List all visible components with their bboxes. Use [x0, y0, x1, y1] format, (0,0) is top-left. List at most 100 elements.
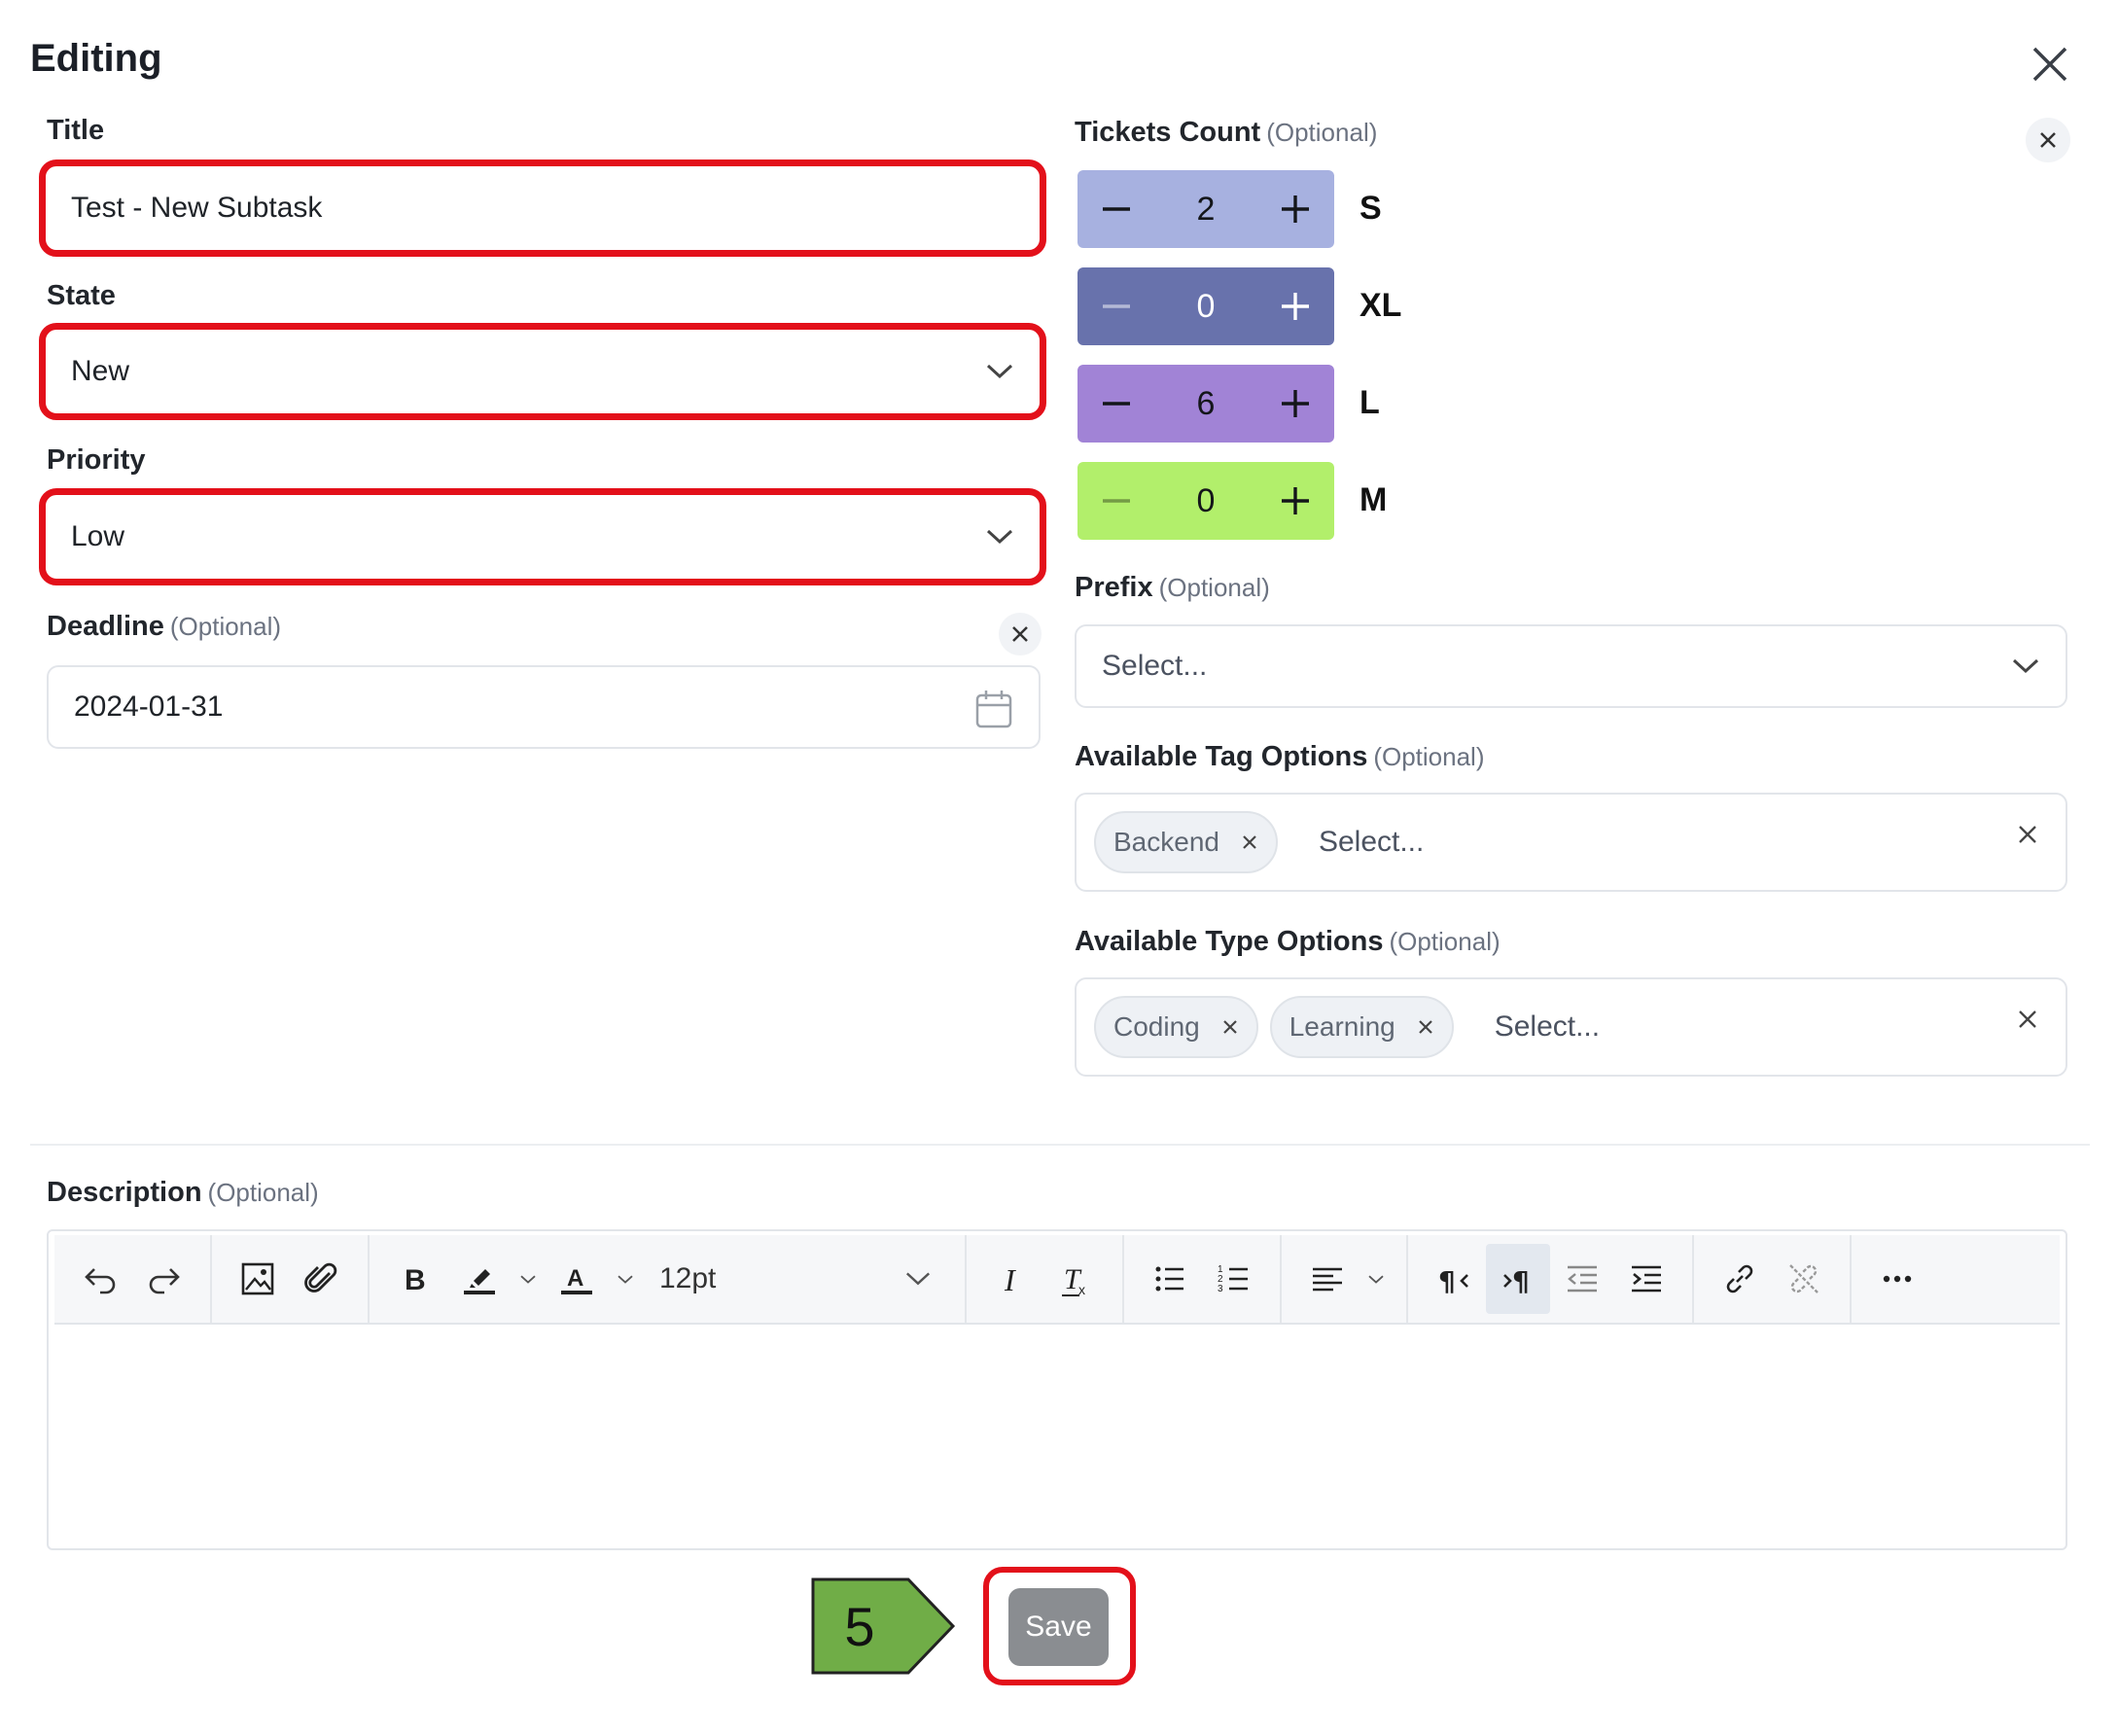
priority-value: Low: [71, 520, 125, 552]
remove-tag-icon[interactable]: [1221, 1018, 1239, 1036]
tag-chip-label: Backend: [1113, 827, 1219, 857]
chevron-down-icon[interactable]: [512, 1244, 545, 1314]
chevron-down-icon[interactable]: [609, 1244, 642, 1314]
priority-select[interactable]: Low: [39, 488, 1046, 585]
svg-text:A: A: [567, 1265, 583, 1292]
close-icon: [1012, 626, 1028, 642]
redo-icon[interactable]: [132, 1244, 196, 1314]
type-options-label: Available Type Options (Optional): [1075, 926, 1501, 958]
state-select[interactable]: New: [39, 323, 1046, 420]
calendar-icon[interactable]: [974, 689, 1013, 729]
type-options-multiselect[interactable]: Coding Learning Select...: [1075, 977, 2067, 1077]
minus-icon[interactable]: [1097, 287, 1136, 326]
tickets-count-label: Tickets Count (Optional): [1075, 117, 1377, 149]
insert-image-icon[interactable]: [226, 1244, 290, 1314]
tag-chip-label: Learning: [1289, 1011, 1395, 1042]
ticket-size-label: S: [1360, 190, 1382, 227]
svg-text:¶: ¶: [1438, 1265, 1456, 1297]
type-options-placeholder: Select...: [1494, 1010, 1601, 1043]
tag-chip-label: Coding: [1113, 1011, 1200, 1042]
more-icon[interactable]: [1865, 1244, 1929, 1314]
ticket-stepper-m: 0: [1077, 462, 1334, 540]
italic-icon[interactable]: I: [980, 1244, 1044, 1314]
prefix-select[interactable]: Select...: [1075, 624, 2067, 708]
tag-chip-learning: Learning: [1269, 996, 1454, 1058]
remove-tag-icon[interactable]: [1417, 1018, 1434, 1036]
title-input[interactable]: Test - New Subtask: [39, 159, 1046, 257]
tag-chip-backend: Backend: [1094, 811, 1278, 873]
link-icon[interactable]: [1708, 1244, 1772, 1314]
plus-icon[interactable]: [1276, 481, 1315, 520]
ticket-stepper-l: 6: [1077, 365, 1334, 443]
highlight-color-icon[interactable]: [447, 1244, 512, 1314]
remove-tag-icon[interactable]: [1241, 833, 1258, 851]
ticket-size-label: L: [1360, 384, 1380, 421]
clear-all-icon[interactable]: [2017, 824, 2038, 845]
bold-icon[interactable]: B: [383, 1244, 447, 1314]
title-label: Title: [47, 115, 105, 146]
minus-icon[interactable]: [1097, 384, 1136, 423]
description-label-text: Description: [47, 1177, 202, 1208]
rtl-icon[interactable]: ¶: [1486, 1244, 1550, 1314]
type-options-label-text: Available Type Options: [1075, 926, 1384, 957]
ticket-count-value: 6: [1196, 384, 1216, 422]
tag-options-label-text: Available Tag Options: [1075, 741, 1368, 772]
optional-hint: (Optional): [207, 1178, 319, 1207]
chevron-down-icon[interactable]: [1360, 1244, 1393, 1314]
save-button[interactable]: Save: [1008, 1588, 1109, 1666]
clear-all-icon[interactable]: [2017, 1009, 2038, 1030]
indent-icon[interactable]: [1614, 1244, 1678, 1314]
tag-options-placeholder: Select...: [1318, 826, 1425, 858]
deadline-clear-button[interactable]: [999, 613, 1042, 655]
prefix-label: Prefix (Optional): [1075, 572, 1270, 604]
state-label: State: [47, 280, 116, 311]
svg-text:¶: ¶: [1512, 1265, 1530, 1297]
svg-text:I: I: [1004, 1262, 1016, 1297]
deadline-input[interactable]: 2024-01-31: [47, 665, 1041, 749]
ticket-count-value: 2: [1196, 190, 1216, 228]
undo-icon[interactable]: [68, 1244, 132, 1314]
plus-icon[interactable]: [1276, 287, 1315, 326]
text-color-icon[interactable]: A: [545, 1244, 609, 1314]
bullet-list-icon[interactable]: [1138, 1244, 1202, 1314]
tag-options-multiselect[interactable]: Backend Select...: [1075, 793, 2067, 892]
align-left-icon[interactable]: [1295, 1244, 1360, 1314]
description-label: Description (Optional): [47, 1177, 319, 1209]
unlink-icon[interactable]: [1772, 1244, 1836, 1314]
minus-icon[interactable]: [1097, 481, 1136, 520]
font-size-select[interactable]: 12pt: [642, 1262, 951, 1295]
optional-hint: (Optional): [1158, 573, 1270, 602]
prefix-label-text: Prefix: [1075, 572, 1153, 603]
title-value: Test - New Subtask: [71, 192, 323, 224]
dialog-title: Editing: [30, 37, 162, 80]
numbered-list-icon[interactable]: 123: [1202, 1244, 1266, 1314]
ltr-icon[interactable]: ¶: [1422, 1244, 1486, 1314]
chevron-down-icon: [905, 1272, 931, 1286]
ticket-stepper-s: 2: [1077, 170, 1334, 248]
prefix-placeholder: Select...: [1102, 650, 1208, 682]
close-icon[interactable]: [2029, 43, 2071, 86]
optional-hint: (Optional): [1266, 118, 1378, 147]
ticket-size-label: XL: [1360, 287, 1402, 324]
deadline-value: 2024-01-31: [74, 691, 224, 723]
plus-icon[interactable]: [1276, 384, 1315, 423]
deadline-label-text: Deadline: [47, 611, 164, 642]
editor-toolbar: B A 12pt I Tx 123 ¶ ¶: [54, 1235, 2060, 1325]
tickets-clear-button[interactable]: [2026, 118, 2070, 162]
optional-hint: (Optional): [1373, 742, 1485, 771]
ticket-count-value: 0: [1196, 287, 1216, 325]
attachment-icon[interactable]: [290, 1244, 354, 1314]
outdent-icon[interactable]: [1550, 1244, 1614, 1314]
svg-text:3: 3: [1218, 1284, 1223, 1294]
section-divider: [30, 1144, 2090, 1146]
plus-icon[interactable]: [1276, 190, 1315, 229]
optional-hint: (Optional): [1389, 927, 1501, 956]
chevron-down-icon: [2012, 658, 2039, 674]
minus-icon[interactable]: [1097, 190, 1136, 229]
chevron-down-icon: [986, 529, 1013, 545]
ticket-count-value: 0: [1196, 481, 1216, 519]
close-icon: [2040, 132, 2056, 148]
tag-options-label: Available Tag Options (Optional): [1075, 741, 1484, 773]
priority-label: Priority: [47, 444, 146, 476]
clear-formatting-icon[interactable]: Tx: [1044, 1244, 1109, 1314]
